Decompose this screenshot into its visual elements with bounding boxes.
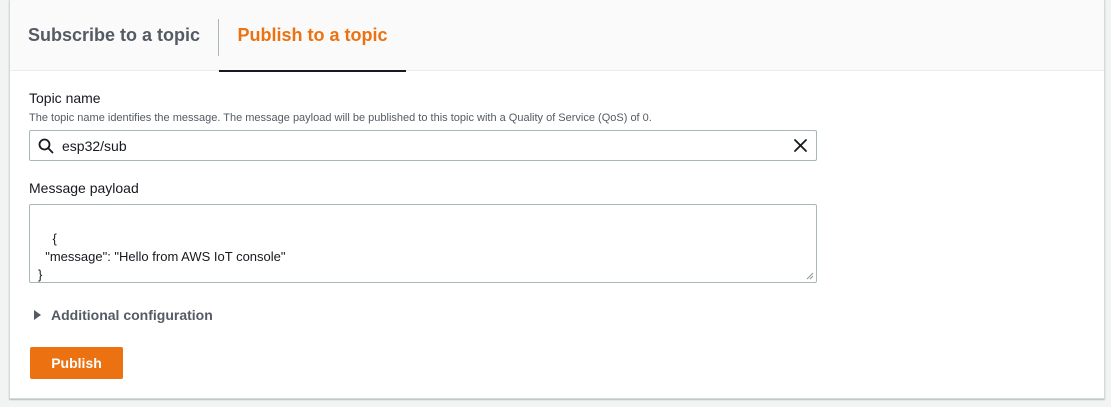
resize-grip-icon[interactable] bbox=[806, 272, 814, 280]
message-payload-text: { "message": "Hello from AWS IoT console… bbox=[38, 231, 286, 282]
caret-right-icon bbox=[34, 310, 41, 320]
topic-name-field[interactable] bbox=[29, 130, 817, 161]
additional-configuration-label: Additional configuration bbox=[51, 307, 213, 323]
message-payload-label: Message payload bbox=[29, 180, 139, 196]
tab-publish[interactable]: Publish to a topic bbox=[219, 0, 406, 72]
additional-configuration-toggle[interactable]: Additional configuration bbox=[34, 305, 213, 325]
close-icon[interactable] bbox=[793, 138, 808, 153]
topic-name-description: The topic name identifies the message. T… bbox=[29, 112, 652, 124]
message-payload-textarea[interactable]: { "message": "Hello from AWS IoT console… bbox=[29, 204, 817, 283]
topic-name-input[interactable] bbox=[62, 131, 782, 160]
publish-button[interactable]: Publish bbox=[30, 347, 123, 379]
tab-subscribe[interactable]: Subscribe to a topic bbox=[10, 0, 218, 71]
publish-panel: Subscribe to a topic Publish to a topic … bbox=[9, 0, 1105, 399]
search-icon bbox=[38, 138, 54, 154]
tab-bar: Subscribe to a topic Publish to a topic bbox=[10, 0, 1104, 72]
topic-name-label: Topic name bbox=[29, 90, 101, 106]
